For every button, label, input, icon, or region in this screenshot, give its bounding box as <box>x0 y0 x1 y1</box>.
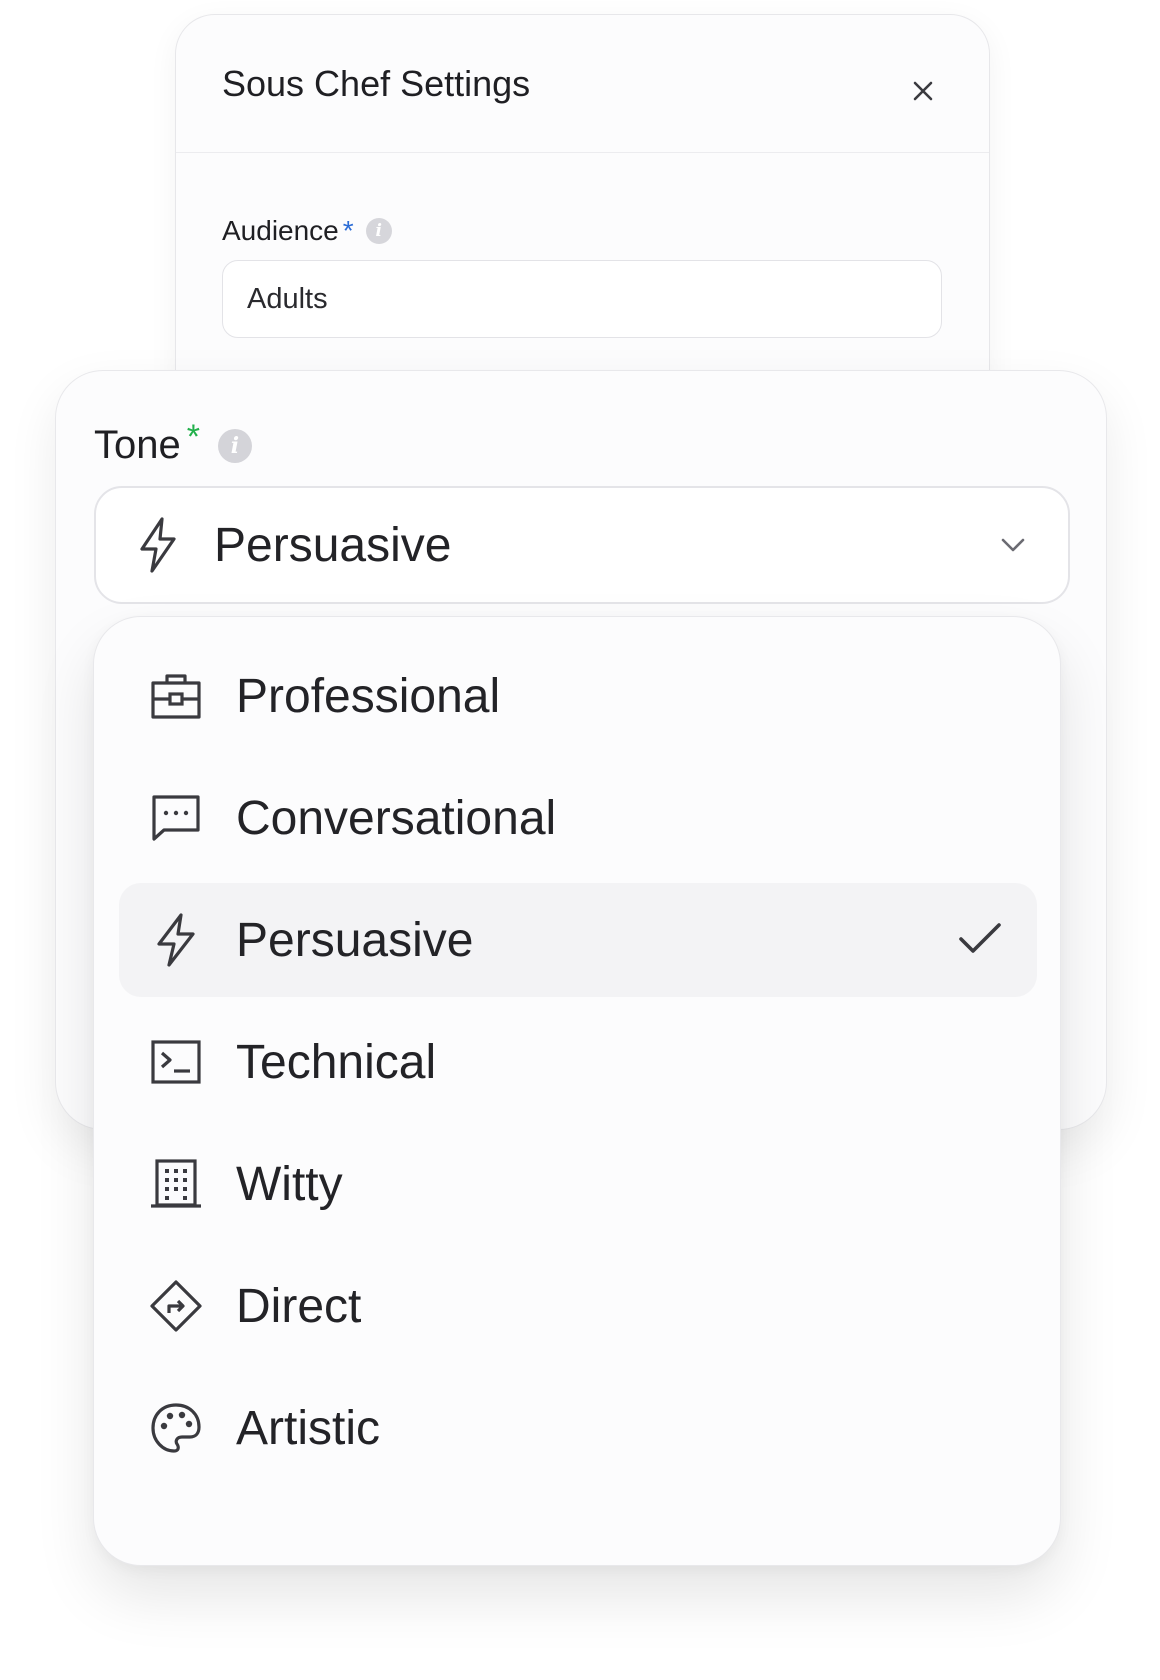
close-icon <box>913 81 933 101</box>
chevron-down-icon <box>1001 538 1025 552</box>
audience-label: Audience * i <box>222 215 392 247</box>
tone-dropdown-menu: Professional Conversational Persuasive T… <box>93 616 1061 1566</box>
menu-item-label: Witty <box>236 1158 343 1211</box>
menu-item-label: Professional <box>236 670 501 723</box>
briefcase-icon <box>151 674 201 719</box>
menu-item-artistic[interactable]: Artistic <box>119 1371 1037 1485</box>
info-icon[interactable]: i <box>217 428 252 463</box>
audience-input[interactable] <box>222 260 942 338</box>
modal-header: Sous Chef Settings <box>176 15 989 153</box>
menu-item-persuasive[interactable]: Persuasive <box>119 883 1037 997</box>
required-mark: * <box>186 418 200 456</box>
required-mark: * <box>342 215 354 246</box>
menu-item-label: Direct <box>236 1280 362 1333</box>
building-icon <box>151 1159 201 1208</box>
chat-icon <box>152 795 200 841</box>
bolt-icon <box>157 913 195 967</box>
bolt-icon <box>140 517 176 573</box>
menu-item-label: Technical <box>236 1036 437 1089</box>
close-button[interactable] <box>907 75 939 107</box>
info-icon[interactable]: i <box>365 218 392 244</box>
tone-label: Tone * i <box>94 418 252 468</box>
tone-select[interactable]: Persuasive <box>94 486 1070 604</box>
menu-item-technical[interactable]: Technical <box>119 1005 1037 1119</box>
menu-item-label: Conversational <box>236 792 557 845</box>
terminal-icon <box>151 1040 201 1084</box>
menu-item-direct[interactable]: Direct <box>119 1249 1037 1363</box>
menu-item-conversational[interactable]: Conversational <box>119 761 1037 875</box>
menu-item-label: Persuasive <box>236 914 474 967</box>
tone-select-value: Persuasive <box>214 519 452 572</box>
menu-item-witty[interactable]: Witty <box>119 1127 1037 1241</box>
menu-item-label: Artistic <box>236 1402 380 1455</box>
stage: Sous Chef Settings Audience * i Tone * i… <box>0 0 1160 1680</box>
direction-sign-icon <box>150 1280 202 1332</box>
checkmark-icon <box>959 923 1001 953</box>
menu-item-professional[interactable]: Professional <box>119 639 1037 753</box>
tone-label-text: Tone <box>94 423 181 467</box>
modal-title: Sous Chef Settings <box>222 63 531 104</box>
palette-icon <box>151 1403 201 1453</box>
audience-label-text: Audience <box>222 215 339 246</box>
